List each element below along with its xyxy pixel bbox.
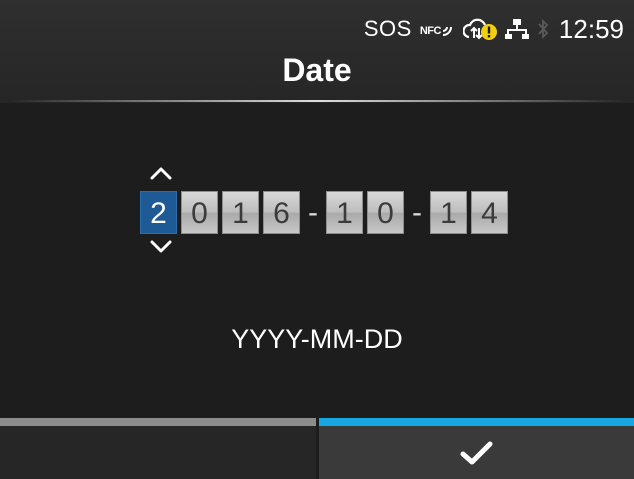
printer-screen: SOS NFC 12:59 Date 2 0 1 6 - 1 0 - 1 4 Y… [0, 0, 634, 479]
month-digit-1[interactable]: 1 [326, 190, 363, 234]
chevron-down-icon[interactable] [144, 236, 178, 258]
month-digit-2[interactable]: 0 [367, 190, 404, 234]
day-digit-1[interactable]: 1 [430, 190, 467, 234]
nfc-label: NFC [419, 25, 442, 37]
confirm-button[interactable] [319, 418, 634, 479]
chevron-up-icon[interactable] [144, 162, 178, 184]
date-separator: - [308, 195, 318, 229]
nfc-icon: NFC [420, 21, 455, 37]
year-digit-2[interactable]: 0 [181, 190, 218, 234]
title-divider [8, 100, 626, 102]
status-bar: SOS NFC 12:59 [364, 12, 624, 46]
day-digit-2[interactable]: 4 [471, 190, 508, 234]
back-area [0, 418, 316, 479]
date-format-label: YYYY-MM-DD [231, 324, 403, 354]
cloud-sync-icon [462, 17, 497, 41]
clock: 12:59 [558, 13, 624, 44]
sos-indicator: SOS [363, 16, 412, 41]
header: SOS NFC 12:59 Date [0, 0, 634, 103]
date-separator: - [412, 195, 422, 229]
date-input[interactable]: 2 0 1 6 - 1 0 - 1 4 [140, 190, 512, 234]
year-digit-4[interactable]: 6 [263, 190, 300, 234]
checkmark-icon [460, 441, 492, 464]
bluetooth-icon [537, 17, 549, 41]
year-digit-3[interactable]: 1 [222, 190, 259, 234]
network-icon [504, 18, 529, 40]
year-digit-1[interactable]: 2 [140, 190, 177, 234]
page-title: Date [282, 52, 352, 88]
